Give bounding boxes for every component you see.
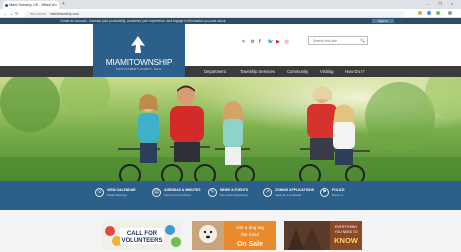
- security-label[interactable]: Not secure: [30, 12, 46, 16]
- tab-favicon-icon: [5, 3, 8, 7]
- promo-line: EVERYTHING: [335, 225, 357, 229]
- logo-name-bold: MIAMI: [105, 57, 129, 67]
- search-icon[interactable]: 🔍: [360, 38, 365, 43]
- main-nav: Department Township Services Community V…: [0, 66, 461, 77]
- dog-tag-promo-art: Get a dog tag the mind On Sale: [192, 221, 276, 250]
- police-icon: ⚑: [320, 188, 329, 197]
- forward-icon[interactable]: →: [9, 10, 14, 17]
- profile-icon[interactable]: [448, 11, 452, 15]
- zoning-icon: ➚: [263, 188, 272, 197]
- quick-links-bar: ⊙ VIEW CALENDAR Public Meetings ▤ AGENDA…: [0, 181, 461, 210]
- promo-line: KNOW: [334, 236, 359, 245]
- logo-name-light: TOWNSHIP: [128, 57, 173, 67]
- tab-close-icon[interactable]: ×: [55, 1, 57, 9]
- logo-title: MIAMITOWNSHIP: [93, 57, 185, 67]
- nav-item-department[interactable]: Department: [204, 66, 226, 77]
- promo-line: Get a dog tag: [236, 225, 264, 230]
- site-search: 🔍: [308, 36, 368, 45]
- hero-photo: [0, 77, 461, 181]
- promo-line: CALL FOR: [127, 231, 158, 237]
- search-input[interactable]: [309, 37, 359, 44]
- promo-line: VOLUNTEERS: [121, 238, 162, 244]
- logo-subtitle: MONTGOMERY COUNTY, OHIO: [116, 68, 162, 71]
- nav-item-township-services[interactable]: Township Services: [240, 66, 275, 77]
- quick-link-subtitle: Report It: [332, 192, 343, 197]
- tree-logo-icon: [131, 36, 145, 53]
- twitter-icon[interactable]: 🐦: [268, 39, 274, 45]
- promo-section: CALL FOR VOLUNTEERS Get a dog tag the mi…: [0, 210, 461, 252]
- township-logo[interactable]: MIAMITOWNSHIP MONTGOMERY COUNTY, OHIO: [93, 24, 185, 77]
- quick-link-title: ZONING APPLICATIONS: [275, 188, 314, 192]
- volunteers-promo-art: CALL FOR VOLUNTEERS: [102, 221, 182, 250]
- nav-item-visiting[interactable]: Visiting: [320, 66, 333, 77]
- youtube-icon[interactable]: ▶: [276, 39, 280, 45]
- sign-in-button[interactable]: Sign In: [372, 19, 394, 23]
- browser-tab-strip: Miami Township, OH - Official W... × + –…: [0, 0, 461, 9]
- tab-title: Miami Township, OH - Official W...: [9, 3, 58, 7]
- window-controls[interactable]: – ❐ ×: [427, 1, 457, 6]
- new-tab-button[interactable]: +: [62, 1, 65, 8]
- volunteers-promo[interactable]: CALL FOR VOLUNTEERS: [102, 221, 182, 250]
- browser-tab[interactable]: Miami Township, OH - Official W... ×: [3, 1, 59, 9]
- agenda-icon: ▤: [152, 188, 161, 197]
- hero-banner-image: [0, 77, 461, 181]
- news-icon: ✎: [208, 188, 217, 197]
- promo-line: YOU NEED TO: [334, 230, 358, 234]
- instagram-icon[interactable]: ◎: [285, 39, 289, 45]
- know-promo[interactable]: EVERYTHING YOU NEED TO KNOW: [284, 221, 362, 250]
- nav-item-how-do-i[interactable]: How Do I?: [345, 66, 365, 77]
- quick-link-subtitle: See what's happening: [220, 192, 248, 197]
- promo-line: On Sale: [237, 241, 263, 248]
- dog-tag-promo[interactable]: Get a dog tag the mind On Sale: [192, 221, 276, 250]
- url-text: miamitownship.com: [49, 11, 79, 16]
- quick-link-subtitle: Apply for a certificate: [275, 192, 302, 197]
- site-header: [0, 24, 461, 66]
- extension-icon[interactable]: [427, 11, 431, 15]
- promo-line: the mind: [241, 232, 259, 237]
- know-promo-art: EVERYTHING YOU NEED TO KNOW: [284, 221, 362, 250]
- quick-link-subtitle: Public Meetings: [107, 192, 127, 197]
- quick-link-title: VIEW CALENDAR: [107, 188, 136, 192]
- settings-icon[interactable]: ⚙: [251, 39, 255, 45]
- quick-link-title: AGENDAS & MINUTES: [164, 188, 201, 192]
- nav-item-community[interactable]: Community: [287, 66, 308, 77]
- facebook-icon[interactable]: f: [259, 39, 261, 45]
- quick-link-title: NEWS & EVENTS: [220, 188, 249, 192]
- address-bar[interactable]: Not secure miamitownship.com: [25, 10, 405, 17]
- extension-icon[interactable]: [436, 11, 440, 15]
- share-icon[interactable]: <: [242, 39, 245, 45]
- quick-link-title: POLICE: [332, 188, 345, 192]
- calendar-icon: ⊙: [95, 188, 104, 197]
- quick-link-subtitle: Upcoming & Archived: [164, 192, 191, 197]
- back-icon[interactable]: ←: [3, 10, 8, 17]
- browser-toolbar: ← → ↻ Not secure miamitownship.com: [0, 9, 461, 18]
- reload-icon[interactable]: ↻: [15, 10, 19, 17]
- extension-icon[interactable]: [418, 11, 422, 15]
